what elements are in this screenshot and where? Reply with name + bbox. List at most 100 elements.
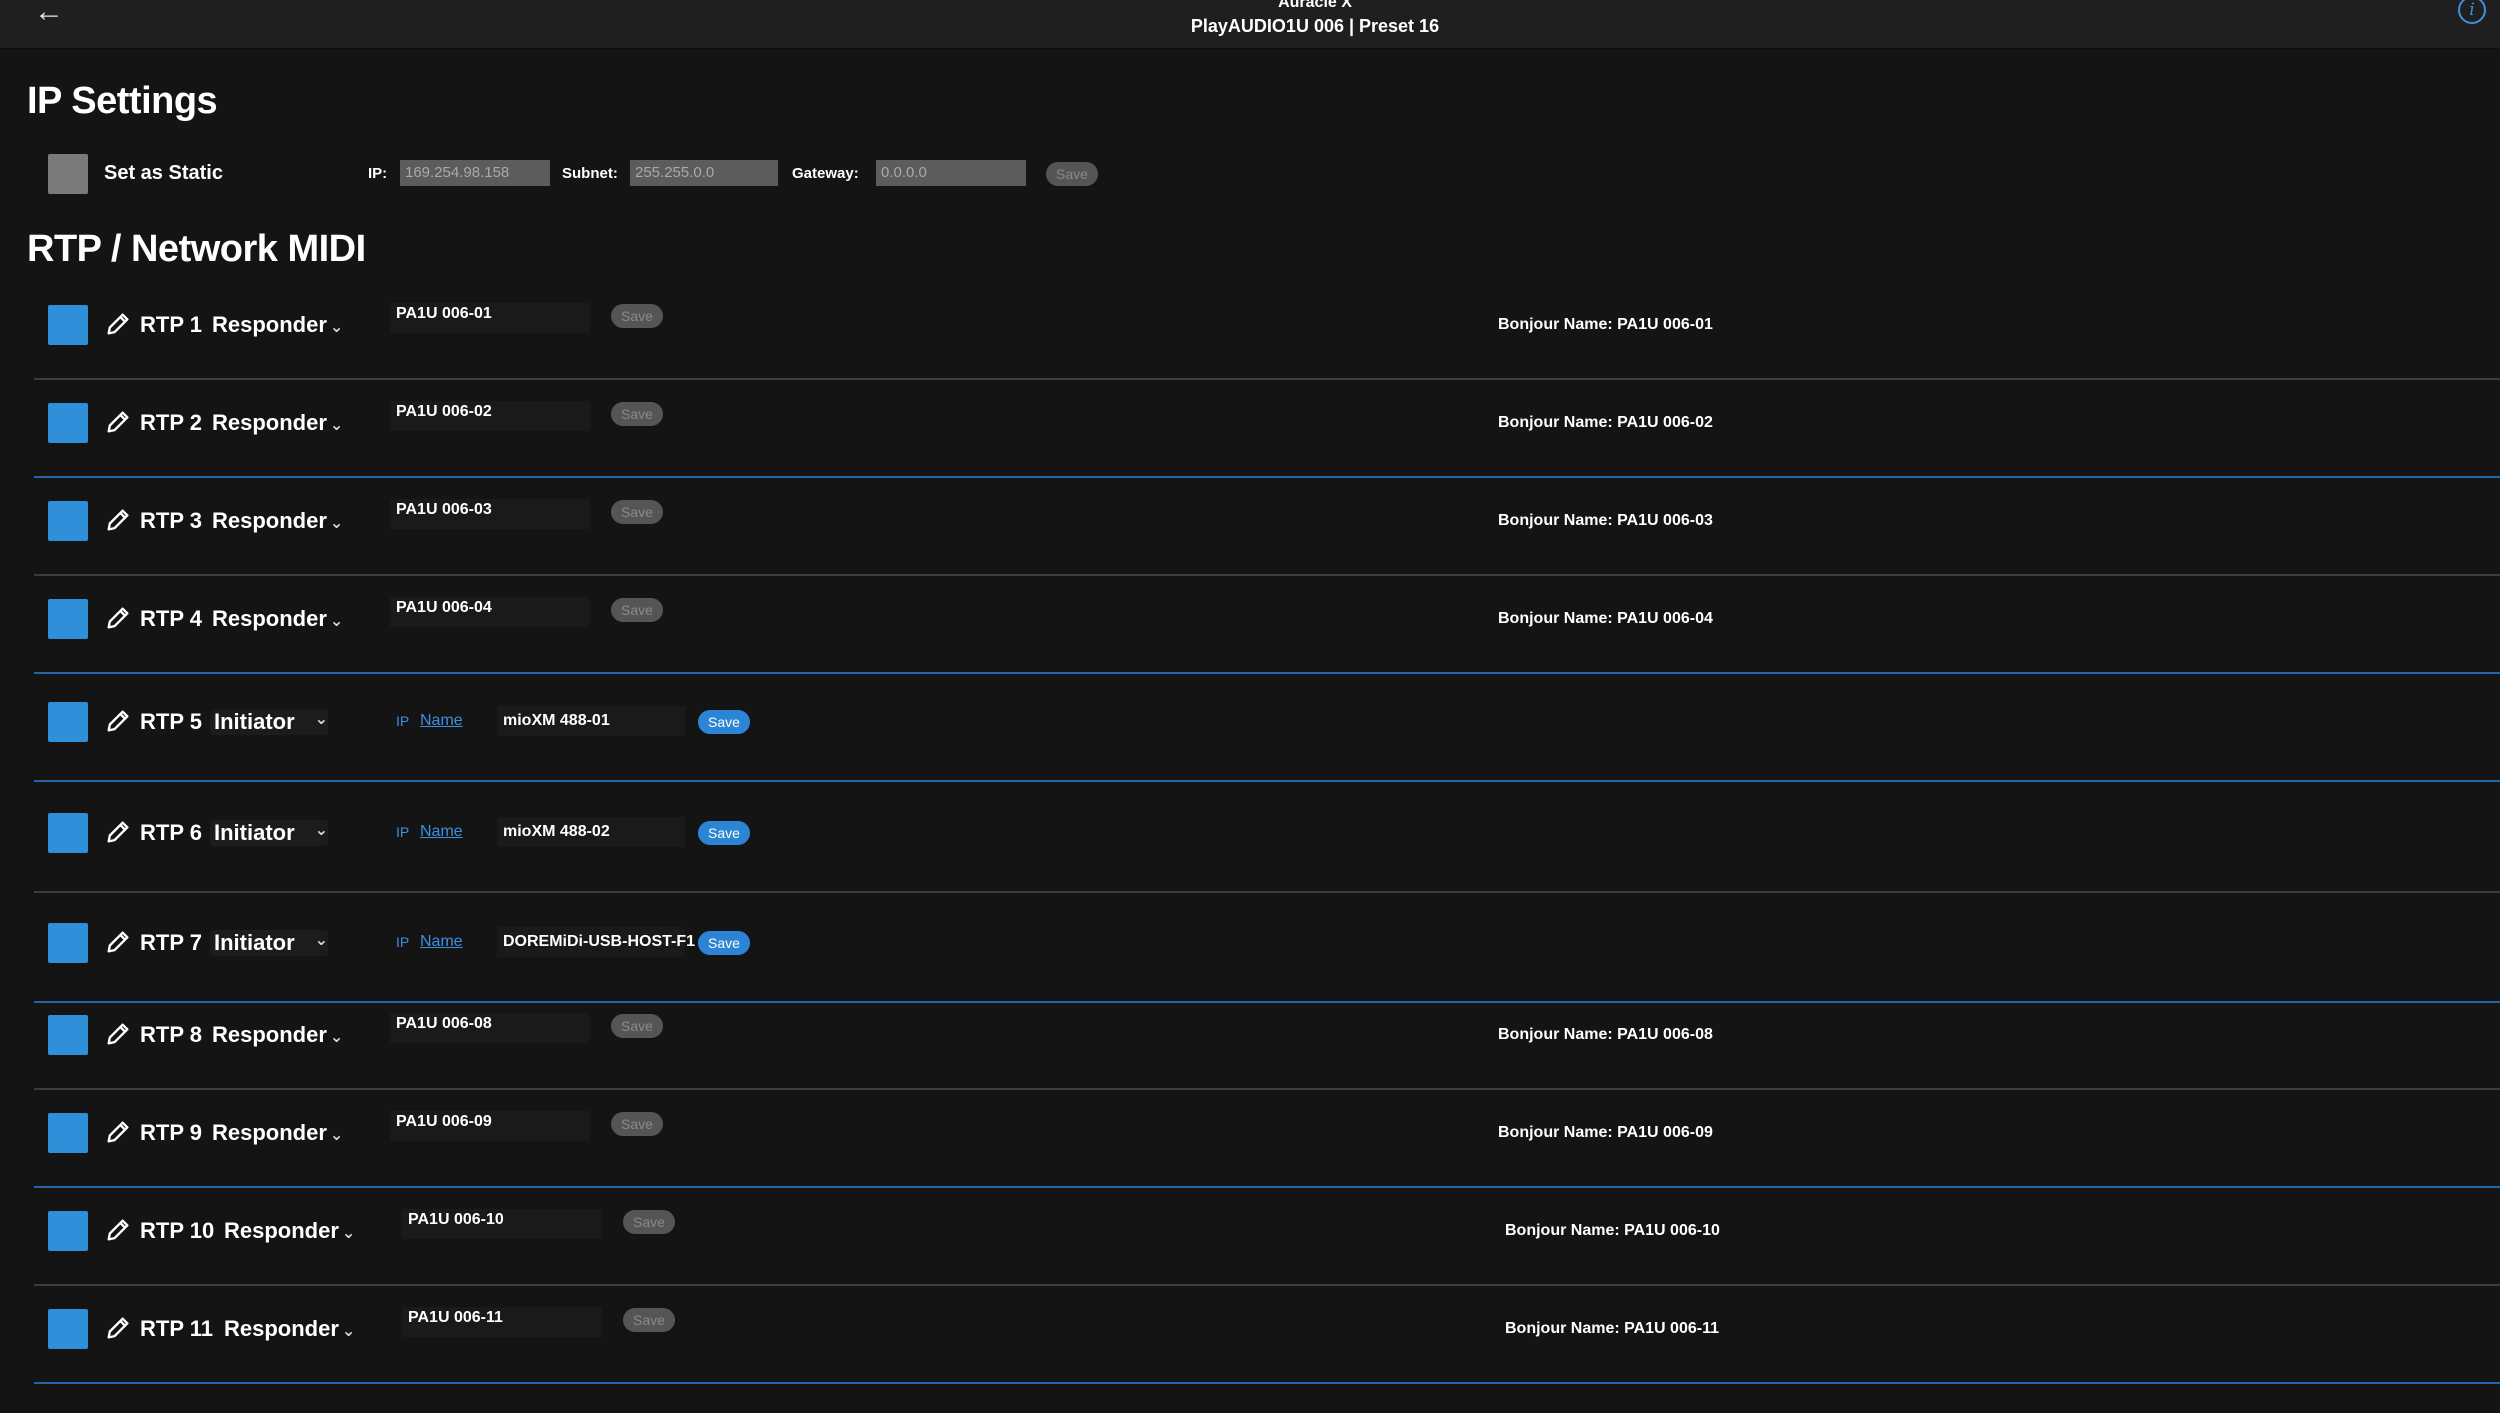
rtp-mode-dropdown[interactable]: Initiator ⌄ (210, 820, 328, 846)
rtp-mode-dropdown[interactable]: Responder ⌄ (224, 1316, 355, 1342)
rtp-mode-value: Responder (212, 1022, 327, 1047)
rtp-label: RTP 11 (140, 1316, 213, 1341)
session-name-field[interactable]: PA1U 006-09 (390, 1111, 590, 1141)
pencil-icon[interactable] (104, 1118, 132, 1146)
rtp-row: RTP 7 Initiator ⌄ IP Name DOREMiDi-USB-HOST-F… (0, 907, 2500, 1003)
rtp-enable-checkbox[interactable] (48, 813, 88, 853)
target-name-field[interactable]: DOREMiDi-USB-HOST-F1 (497, 927, 695, 957)
subnet-field[interactable]: 255.255.0.0 (630, 160, 778, 186)
pencil-icon[interactable] (104, 506, 132, 534)
rtp-save-button[interactable]: Save (611, 598, 663, 622)
pencil-icon[interactable] (104, 310, 132, 338)
rtp-save-button[interactable]: Save (611, 1112, 663, 1136)
pencil-icon[interactable] (104, 707, 132, 735)
rtp-mode-dropdown[interactable]: Responder ⌄ (224, 1218, 355, 1244)
rtp-enable-checkbox[interactable] (48, 923, 88, 963)
rtp-enable-checkbox[interactable] (48, 305, 88, 345)
pencil-icon[interactable] (104, 1314, 132, 1342)
rtp-save-button[interactable]: Save (623, 1308, 675, 1332)
rtp-enable-checkbox[interactable] (48, 1309, 88, 1349)
rtp-mode-value: Initiator (214, 709, 295, 734)
ip-toggle[interactable]: IP (396, 713, 409, 729)
ip-label: IP: (368, 165, 388, 182)
rtp-row: RTP 4 Responder ⌄ PA1U 006-04 Save Bonjour Na… (0, 588, 2500, 674)
rtp-enable-checkbox[interactable] (48, 1015, 88, 1055)
rtp-mode-dropdown[interactable]: Initiator ⌄ (210, 709, 328, 735)
rtp-label: RTP 8 (140, 1022, 202, 1047)
rtp-mode-value: Initiator (214, 930, 295, 955)
session-name-field[interactable]: PA1U 006-01 (390, 303, 590, 333)
ip-toggle[interactable]: IP (396, 824, 409, 840)
rtp-label: RTP 1 (140, 312, 202, 337)
rtp-mode-dropdown[interactable]: Responder ⌄ (212, 606, 343, 632)
row-divider (34, 891, 2500, 893)
session-name-field[interactable]: PA1U 006-11 (402, 1307, 602, 1337)
rtp-save-button[interactable]: Save (698, 710, 750, 734)
pencil-icon[interactable] (104, 604, 132, 632)
rtp-mode-dropdown[interactable]: Responder ⌄ (212, 508, 343, 534)
session-name-field[interactable]: PA1U 006-08 (390, 1013, 590, 1043)
row-divider (34, 1001, 2500, 1003)
subnet-label: Subnet: (562, 165, 618, 182)
rtp-row: RTP 9 Responder ⌄ PA1U 006-09 Save Bonjour Na… (0, 1102, 2500, 1188)
ip-field[interactable]: 169.254.98.158 (400, 160, 550, 186)
target-name-field[interactable]: mioXM 488-01 (497, 706, 685, 736)
rtp-mode-dropdown[interactable]: Responder ⌄ (212, 312, 343, 338)
rtp-mode-dropdown[interactable]: Responder ⌄ (212, 410, 343, 436)
pencil-icon[interactable] (104, 928, 132, 956)
session-name-field[interactable]: PA1U 006-03 (390, 499, 590, 529)
rtp-enable-checkbox[interactable] (48, 403, 88, 443)
target-name-field[interactable]: mioXM 488-02 (497, 817, 685, 847)
rtp-label: RTP 10 (140, 1218, 215, 1243)
rtp-row: RTP 11 Responder ⌄ PA1U 006-11 Save Bonjour N… (0, 1298, 2500, 1384)
pencil-icon[interactable] (104, 1216, 132, 1244)
rtp-enable-checkbox[interactable] (48, 1113, 88, 1153)
rtp-save-button[interactable]: Save (611, 500, 663, 524)
ip-toggle[interactable]: IP (396, 934, 409, 950)
session-name-field[interactable]: PA1U 006-02 (390, 401, 590, 431)
rtp-save-button[interactable]: Save (611, 1014, 663, 1038)
bonjour-name: Bonjour Name: PA1U 006-11 (1505, 1320, 1719, 1337)
rtp-row: RTP 6 Initiator ⌄ IP Name mioXM 488-02 Save (0, 797, 2500, 893)
rtp-label: RTP 9 (140, 1120, 202, 1145)
chevron-down-icon: ⌄ (329, 613, 344, 630)
rtp-mode-value: Responder (212, 508, 327, 533)
session-name-field[interactable]: PA1U 006-04 (390, 597, 590, 627)
rtp-save-button[interactable]: Save (611, 304, 663, 328)
ip-save-button[interactable]: Save (1046, 162, 1098, 186)
rtp-mode-dropdown[interactable]: Responder ⌄ (212, 1022, 343, 1048)
name-toggle[interactable]: Name (420, 823, 463, 841)
rtp-enable-checkbox[interactable] (48, 702, 88, 742)
bonjour-name: Bonjour Name: PA1U 006-03 (1498, 512, 1713, 529)
pencil-icon[interactable] (104, 818, 132, 846)
row-divider (34, 672, 2500, 674)
name-toggle[interactable]: Name (420, 712, 463, 730)
rtp-row: RTP 2 Responder ⌄ PA1U 006-02 Save Bonjour Na… (0, 392, 2500, 478)
rtp-save-button[interactable]: Save (611, 402, 663, 426)
rtp-row: RTP 8 Responder ⌄ PA1U 006-08 Save Bonjour Na… (0, 1004, 2500, 1090)
rtp-save-button[interactable]: Save (698, 931, 750, 955)
bonjour-name: Bonjour Name: PA1U 006-08 (1498, 1026, 1713, 1043)
top-bar: ← Auracle X PlayAUDIO1U 006 | Preset 16 … (0, 0, 2500, 49)
rtp-save-button[interactable]: Save (623, 1210, 675, 1234)
rtp-label: RTP 7 (140, 930, 202, 955)
name-toggle[interactable]: Name (420, 933, 463, 951)
rtp-save-button[interactable]: Save (698, 821, 750, 845)
set-static-checkbox[interactable] (48, 154, 88, 194)
chevron-down-icon: ⌄ (329, 417, 344, 434)
row-divider (34, 476, 2500, 478)
gateway-field[interactable]: 0.0.0.0 (876, 160, 1026, 186)
row-divider (34, 378, 2500, 380)
pencil-icon[interactable] (104, 1020, 132, 1048)
rtp-row: RTP 3 Responder ⌄ PA1U 006-03 Save Bonjour Na… (0, 490, 2500, 576)
rtp-enable-checkbox[interactable] (48, 1211, 88, 1251)
rtp-enable-checkbox[interactable] (48, 501, 88, 541)
device-preset-title: PlayAUDIO1U 006 | Preset 16 (1190, 16, 1440, 36)
row-divider (34, 1284, 2500, 1286)
session-name-field[interactable]: PA1U 006-10 (402, 1209, 602, 1239)
rtp-mode-dropdown[interactable]: Responder ⌄ (212, 1120, 343, 1146)
pencil-icon[interactable] (104, 408, 132, 436)
rtp-mode-dropdown[interactable]: Initiator ⌄ (210, 930, 328, 956)
rtp-enable-checkbox[interactable] (48, 599, 88, 639)
chevron-down-icon: ⌄ (329, 319, 344, 336)
